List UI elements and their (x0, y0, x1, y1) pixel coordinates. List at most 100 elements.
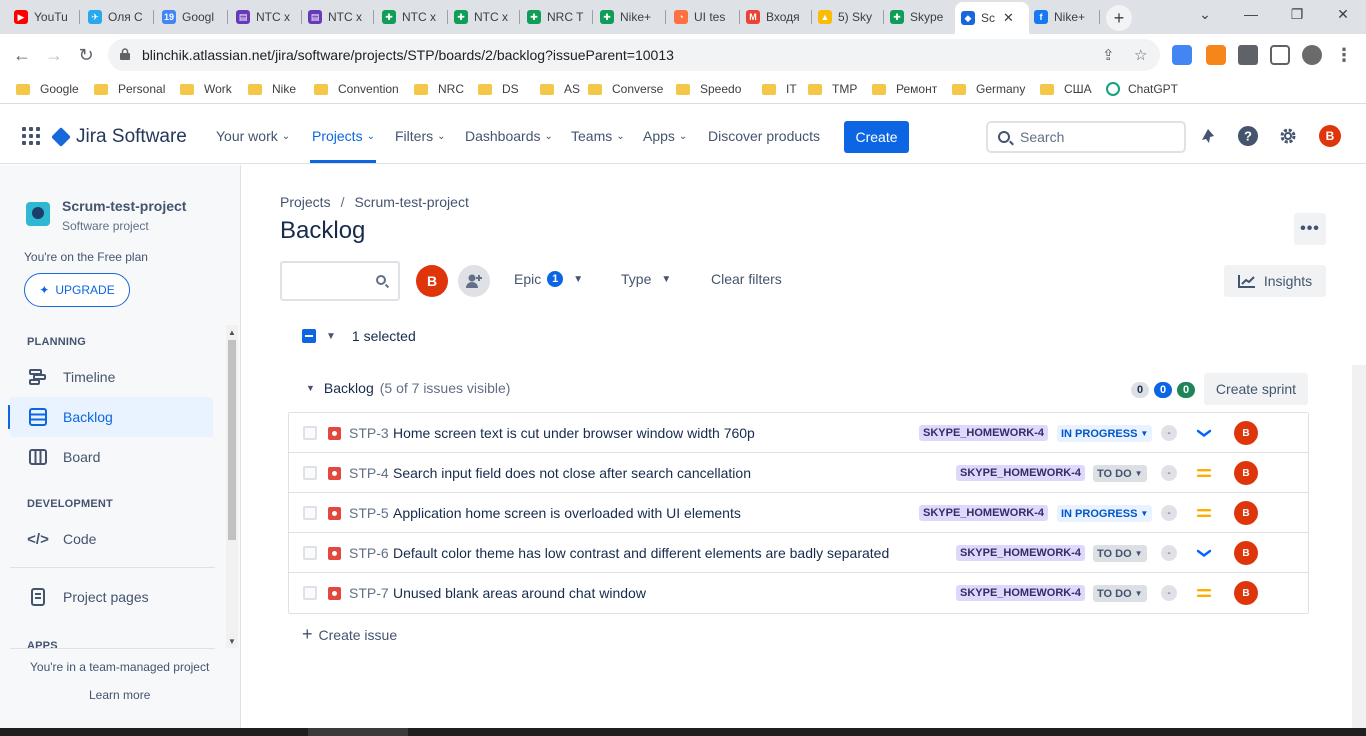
main-scrollbar[interactable] (1352, 365, 1366, 728)
insights-button[interactable]: Insights (1224, 265, 1326, 297)
side-panel-icon[interactable] (1270, 45, 1290, 65)
scroll-up-icon[interactable]: ▲ (228, 328, 236, 337)
share-icon[interactable]: ⇪ (1102, 46, 1115, 64)
help-icon[interactable]: ? (1237, 125, 1259, 147)
close-window-icon[interactable]: ✕ (1328, 6, 1358, 23)
browser-tab[interactable]: ✚ NTC x (448, 4, 520, 30)
create-sprint-button[interactable]: Create sprint (1204, 373, 1308, 405)
issue-summary[interactable]: Default color theme has low contrast and… (393, 545, 889, 561)
minimize-icon[interactable]: — (1236, 6, 1266, 22)
issue-key[interactable]: STP-5 (349, 505, 389, 521)
clear-filters-button[interactable]: Clear filters (711, 271, 782, 287)
create-issue-button[interactable]: + Create issue (302, 624, 397, 645)
new-tab-button[interactable]: + (1106, 5, 1132, 31)
upgrade-button[interactable]: ✦ UPGRADE (24, 273, 130, 307)
epic-lozenge[interactable]: SKYPE_HOMEWORK-4 (956, 545, 1086, 561)
close-tab-icon[interactable]: ✕ (1003, 10, 1014, 26)
bookmark-item[interactable]: Personal (94, 82, 165, 96)
sidebar-item-backlog[interactable]: Backlog (10, 397, 213, 437)
type-filter[interactable]: Type ▼ (621, 271, 671, 287)
issue-checkbox[interactable] (303, 426, 317, 440)
estimate-badge[interactable]: - (1161, 425, 1177, 441)
issue-checkbox[interactable] (303, 546, 317, 560)
extensions-puzzle-icon[interactable] (1238, 45, 1258, 65)
more-actions-button[interactable]: ••• (1294, 213, 1326, 245)
user-avatar[interactable]: B (1319, 125, 1341, 147)
browser-tab[interactable]: ▲ 5) Sky (812, 4, 884, 30)
bookmark-item[interactable]: США (1040, 82, 1092, 96)
estimate-badge[interactable]: - (1161, 585, 1177, 601)
bookmark-item[interactable]: Work (180, 82, 232, 96)
select-all-checkbox[interactable] (302, 329, 316, 343)
bookmark-item[interactable]: DS (478, 82, 519, 96)
bookmark-item[interactable]: Convention (314, 82, 399, 96)
metamask-extension-icon[interactable] (1206, 45, 1226, 65)
browser-tab[interactable]: ◆ Sc ✕ (955, 2, 1029, 34)
browser-tab[interactable]: ✚ NRC T (521, 4, 593, 30)
issue-row[interactable]: STP-5 Application home screen is overload… (289, 493, 1308, 533)
sidebar-scroll-thumb[interactable] (228, 340, 236, 540)
translate-extension-icon[interactable] (1172, 45, 1192, 65)
issue-summary[interactable]: Search input field does not close after … (393, 465, 751, 481)
browser-tab[interactable]: ▶ YouTu (8, 4, 80, 30)
epic-lozenge[interactable]: SKYPE_HOMEWORK-4 (919, 505, 1049, 521)
breadcrumb-project[interactable]: Scrum-test-project (354, 194, 468, 210)
browser-tab[interactable]: ✚ Skype (884, 4, 956, 30)
sidebar-item-board[interactable]: Board (10, 437, 213, 477)
nav-discover-products[interactable]: Discover products (708, 128, 820, 144)
estimate-badge[interactable]: - (1161, 545, 1177, 561)
issue-key[interactable]: STP-6 (349, 545, 389, 561)
browser-tab[interactable]: ▤ NTC x (302, 4, 374, 30)
collapse-chevron-icon[interactable]: ▼ (306, 383, 315, 393)
assignee-avatar[interactable]: B (1234, 581, 1258, 605)
browser-tab[interactable]: ▤ NTC x (230, 4, 302, 30)
assignee-avatar[interactable]: B (1234, 541, 1258, 565)
chevron-down-icon[interactable]: ▼ (326, 331, 336, 342)
bookmark-item[interactable]: Google (16, 82, 79, 96)
issue-key[interactable]: STP-3 (349, 425, 389, 441)
learn-more-link[interactable]: Learn more (89, 688, 150, 702)
nav-teams[interactable]: Teams ⌄ (571, 128, 625, 144)
epic-lozenge[interactable]: SKYPE_HOMEWORK-4 (956, 465, 1086, 481)
maximize-icon[interactable]: ❐ (1282, 6, 1312, 23)
issue-row[interactable]: STP-3 Home screen text is cut under brows… (289, 413, 1308, 453)
issue-checkbox[interactable] (303, 466, 317, 480)
issue-checkbox[interactable] (303, 586, 317, 600)
backlog-section-header[interactable]: ▼ Backlog (5 of 7 issues visible) (306, 380, 510, 396)
bookmark-item[interactable]: AS (540, 82, 580, 96)
status-dropdown[interactable]: TO DO ▼ (1093, 545, 1147, 562)
epic-lozenge[interactable]: SKYPE_HOMEWORK-4 (919, 425, 1049, 441)
nav-apps[interactable]: Apps ⌄ (643, 128, 687, 144)
assignee-avatar[interactable]: B (1234, 501, 1258, 525)
backlog-search-input[interactable] (280, 261, 400, 301)
assignee-filter-avatar[interactable]: B (416, 265, 448, 297)
bookmark-item[interactable]: ChatGPT (1106, 82, 1178, 96)
jira-logo[interactable]: Jira Software (51, 126, 187, 148)
breadcrumb-projects[interactable]: Projects (280, 194, 331, 210)
estimate-badge[interactable]: - (1161, 465, 1177, 481)
address-bar[interactable]: blinchik.atlassian.net/jira/software/pro… (108, 39, 1160, 71)
assignee-avatar[interactable]: B (1234, 461, 1258, 485)
browser-tab[interactable]: M Входя (740, 4, 812, 30)
reload-icon[interactable]: ↻ (74, 43, 98, 67)
browser-tab[interactable]: ✈ Оля С (82, 4, 154, 30)
bookmark-item[interactable]: Ремонт (872, 82, 937, 96)
issue-summary[interactable]: Application home screen is overloaded wi… (393, 505, 741, 521)
bookmark-item[interactable]: Nike (248, 82, 296, 96)
bookmark-item[interactable]: NRC (414, 82, 464, 96)
nav-filters[interactable]: Filters ⌄ (395, 128, 446, 144)
epic-filter[interactable]: Epic 1 ▼ (514, 271, 583, 287)
forward-icon[interactable]: → (42, 43, 66, 67)
estimate-badge[interactable]: - (1161, 505, 1177, 521)
issue-key[interactable]: STP-7 (349, 585, 389, 601)
tab-search-icon[interactable]: ⌄ (1190, 6, 1220, 23)
bookmark-star-icon[interactable]: ☆ (1134, 46, 1147, 64)
create-button[interactable]: Create (844, 121, 909, 153)
epic-lozenge[interactable]: SKYPE_HOMEWORK-4 (956, 585, 1086, 601)
issue-key[interactable]: STP-4 (349, 465, 389, 481)
issue-row[interactable]: STP-6 Default color theme has low contras… (289, 533, 1308, 573)
browser-tab[interactable]: ◔ UI tes (668, 4, 740, 30)
sidebar-item-project-pages[interactable]: Project pages (10, 577, 213, 617)
status-dropdown[interactable]: IN PROGRESS ▼ (1057, 425, 1153, 442)
browser-menu-icon[interactable]: ⋮ (1332, 43, 1356, 67)
